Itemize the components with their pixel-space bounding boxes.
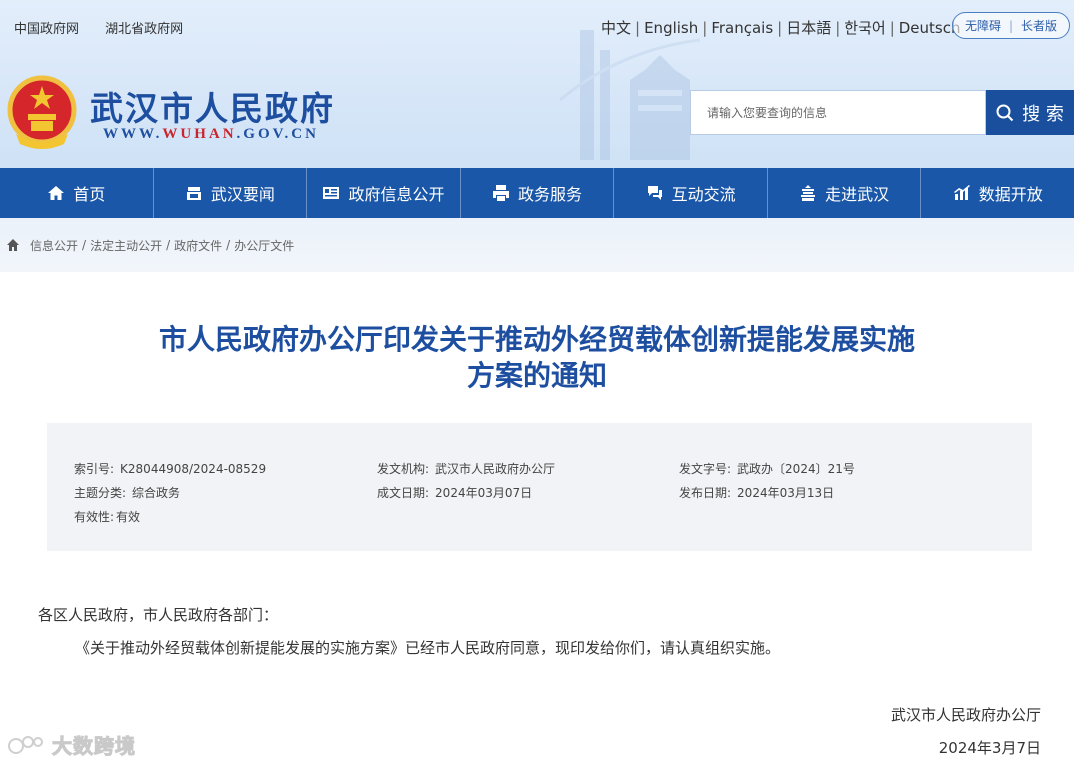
lang-fr[interactable]: Français xyxy=(711,19,773,37)
meta-topic: 主题分类: 综合政务 xyxy=(74,486,181,500)
elder-mode-button[interactable]: 长者版 xyxy=(1021,17,1057,34)
meta-created: 成文日期: 2024年03月07日 xyxy=(377,486,533,500)
nav-about-wuhan[interactable]: 走进武汉 xyxy=(768,168,922,218)
article-paragraph: 《关于推动外经贸载体创新提能发展的实施方案》已经市人民政府同意，现印发给你们，请… xyxy=(75,639,781,657)
breadcrumb-item[interactable]: 办公厅文件 xyxy=(234,237,294,254)
search-button[interactable]: 搜 索 xyxy=(986,90,1074,135)
signature-org: 武汉市人民政府办公厅 xyxy=(890,706,1041,724)
home-icon xyxy=(7,239,19,251)
printer-icon xyxy=(493,185,510,201)
search-icon xyxy=(996,104,1014,121)
meta-index-no: 索引号: K28044908/2024-08529 xyxy=(74,462,267,476)
home-icon xyxy=(48,186,65,200)
nav-gov-info[interactable]: 政府信息公开 xyxy=(307,168,461,218)
link-hubei-gov[interactable]: 湖北省政府网 xyxy=(105,22,183,37)
chat-icon xyxy=(647,186,662,200)
meta-issuer: 发文机构: 武汉市人民政府办公厅 xyxy=(377,462,556,476)
link-central-gov[interactable]: 中国政府网 xyxy=(14,22,79,37)
nav-interaction[interactable]: 互动交流 xyxy=(614,168,768,218)
breadcrumb-item[interactable]: 信息公开 xyxy=(30,237,78,254)
accessibility-toggle: 无障碍 | 长者版 xyxy=(952,12,1070,39)
document-meta: 索引号: K28044908/2024-08529 发文机构: 武汉市人民政府办公厅… xyxy=(47,423,1032,551)
top-links: 中国政府网 湖北省政府网 xyxy=(14,18,205,37)
breadcrumb-item[interactable]: 政府文件 xyxy=(174,237,222,254)
nav-home[interactable]: 首页 xyxy=(0,168,154,218)
accessibility-button[interactable]: 无障碍 xyxy=(965,17,1001,34)
watermark: 大数跨境 xyxy=(8,730,136,759)
site-header: 中国政府网 湖北省政府网 中文 | English | Français | 日本語 | 한국어… xyxy=(0,0,1074,168)
watermark-logo-icon xyxy=(8,735,43,754)
chart-icon xyxy=(953,185,970,200)
meta-doc-no: 发文字号: 武政办〔2024〕21号 xyxy=(679,462,855,476)
info-card-icon xyxy=(323,187,340,199)
main-nav: 首页 武汉要闻 政府信息公开 政务服务 互动交流 走进武汉 数据开放 xyxy=(0,168,1074,218)
site-name: 武汉市人民政府 xyxy=(90,89,335,128)
lang-ja[interactable]: 日本語 xyxy=(786,19,831,37)
site-url: WWW.WUHAN.GOV.CN xyxy=(103,126,319,142)
lang-en[interactable]: English xyxy=(644,19,698,37)
page-title: 市人民政府办公厅印发关于推动外经贸载体创新提能发展实施 方案的通知 xyxy=(158,323,915,392)
lang-zh[interactable]: 中文 xyxy=(601,19,631,37)
search-input[interactable]: 请输入您要查询的信息 xyxy=(690,90,986,135)
language-switcher: 中文 | English | Français | 日本語 | 한국어 | Deutsch xyxy=(601,19,961,37)
article-content: 市人民政府办公厅印发关于推动外经贸载体创新提能发展实施 方案的通知 索引号: K2… xyxy=(0,272,1074,765)
signature-date: 2024年3月7日 xyxy=(938,739,1041,757)
breadcrumb-item[interactable]: 法定主动公开 xyxy=(90,237,162,254)
salutation: 各区人民政府，市人民政府各部门： xyxy=(38,606,279,624)
news-icon xyxy=(186,187,201,200)
meta-published: 发布日期: 2024年03月13日 xyxy=(679,486,835,500)
search-placeholder: 请输入您要查询的信息 xyxy=(707,106,828,120)
building-icon xyxy=(801,185,816,201)
nav-wuhan-news[interactable]: 武汉要闻 xyxy=(154,168,308,218)
nav-open-data[interactable]: 数据开放 xyxy=(921,168,1074,218)
lang-ko[interactable]: 한국어 xyxy=(844,19,885,37)
national-emblem-icon xyxy=(7,75,77,149)
breadcrumb: 信息公开 / 法定主动公开 / 政府文件 / 办公厅文件 xyxy=(0,218,1074,272)
meta-validity: 有效性: 有效 xyxy=(74,510,141,524)
nav-gov-services[interactable]: 政务服务 xyxy=(461,168,615,218)
